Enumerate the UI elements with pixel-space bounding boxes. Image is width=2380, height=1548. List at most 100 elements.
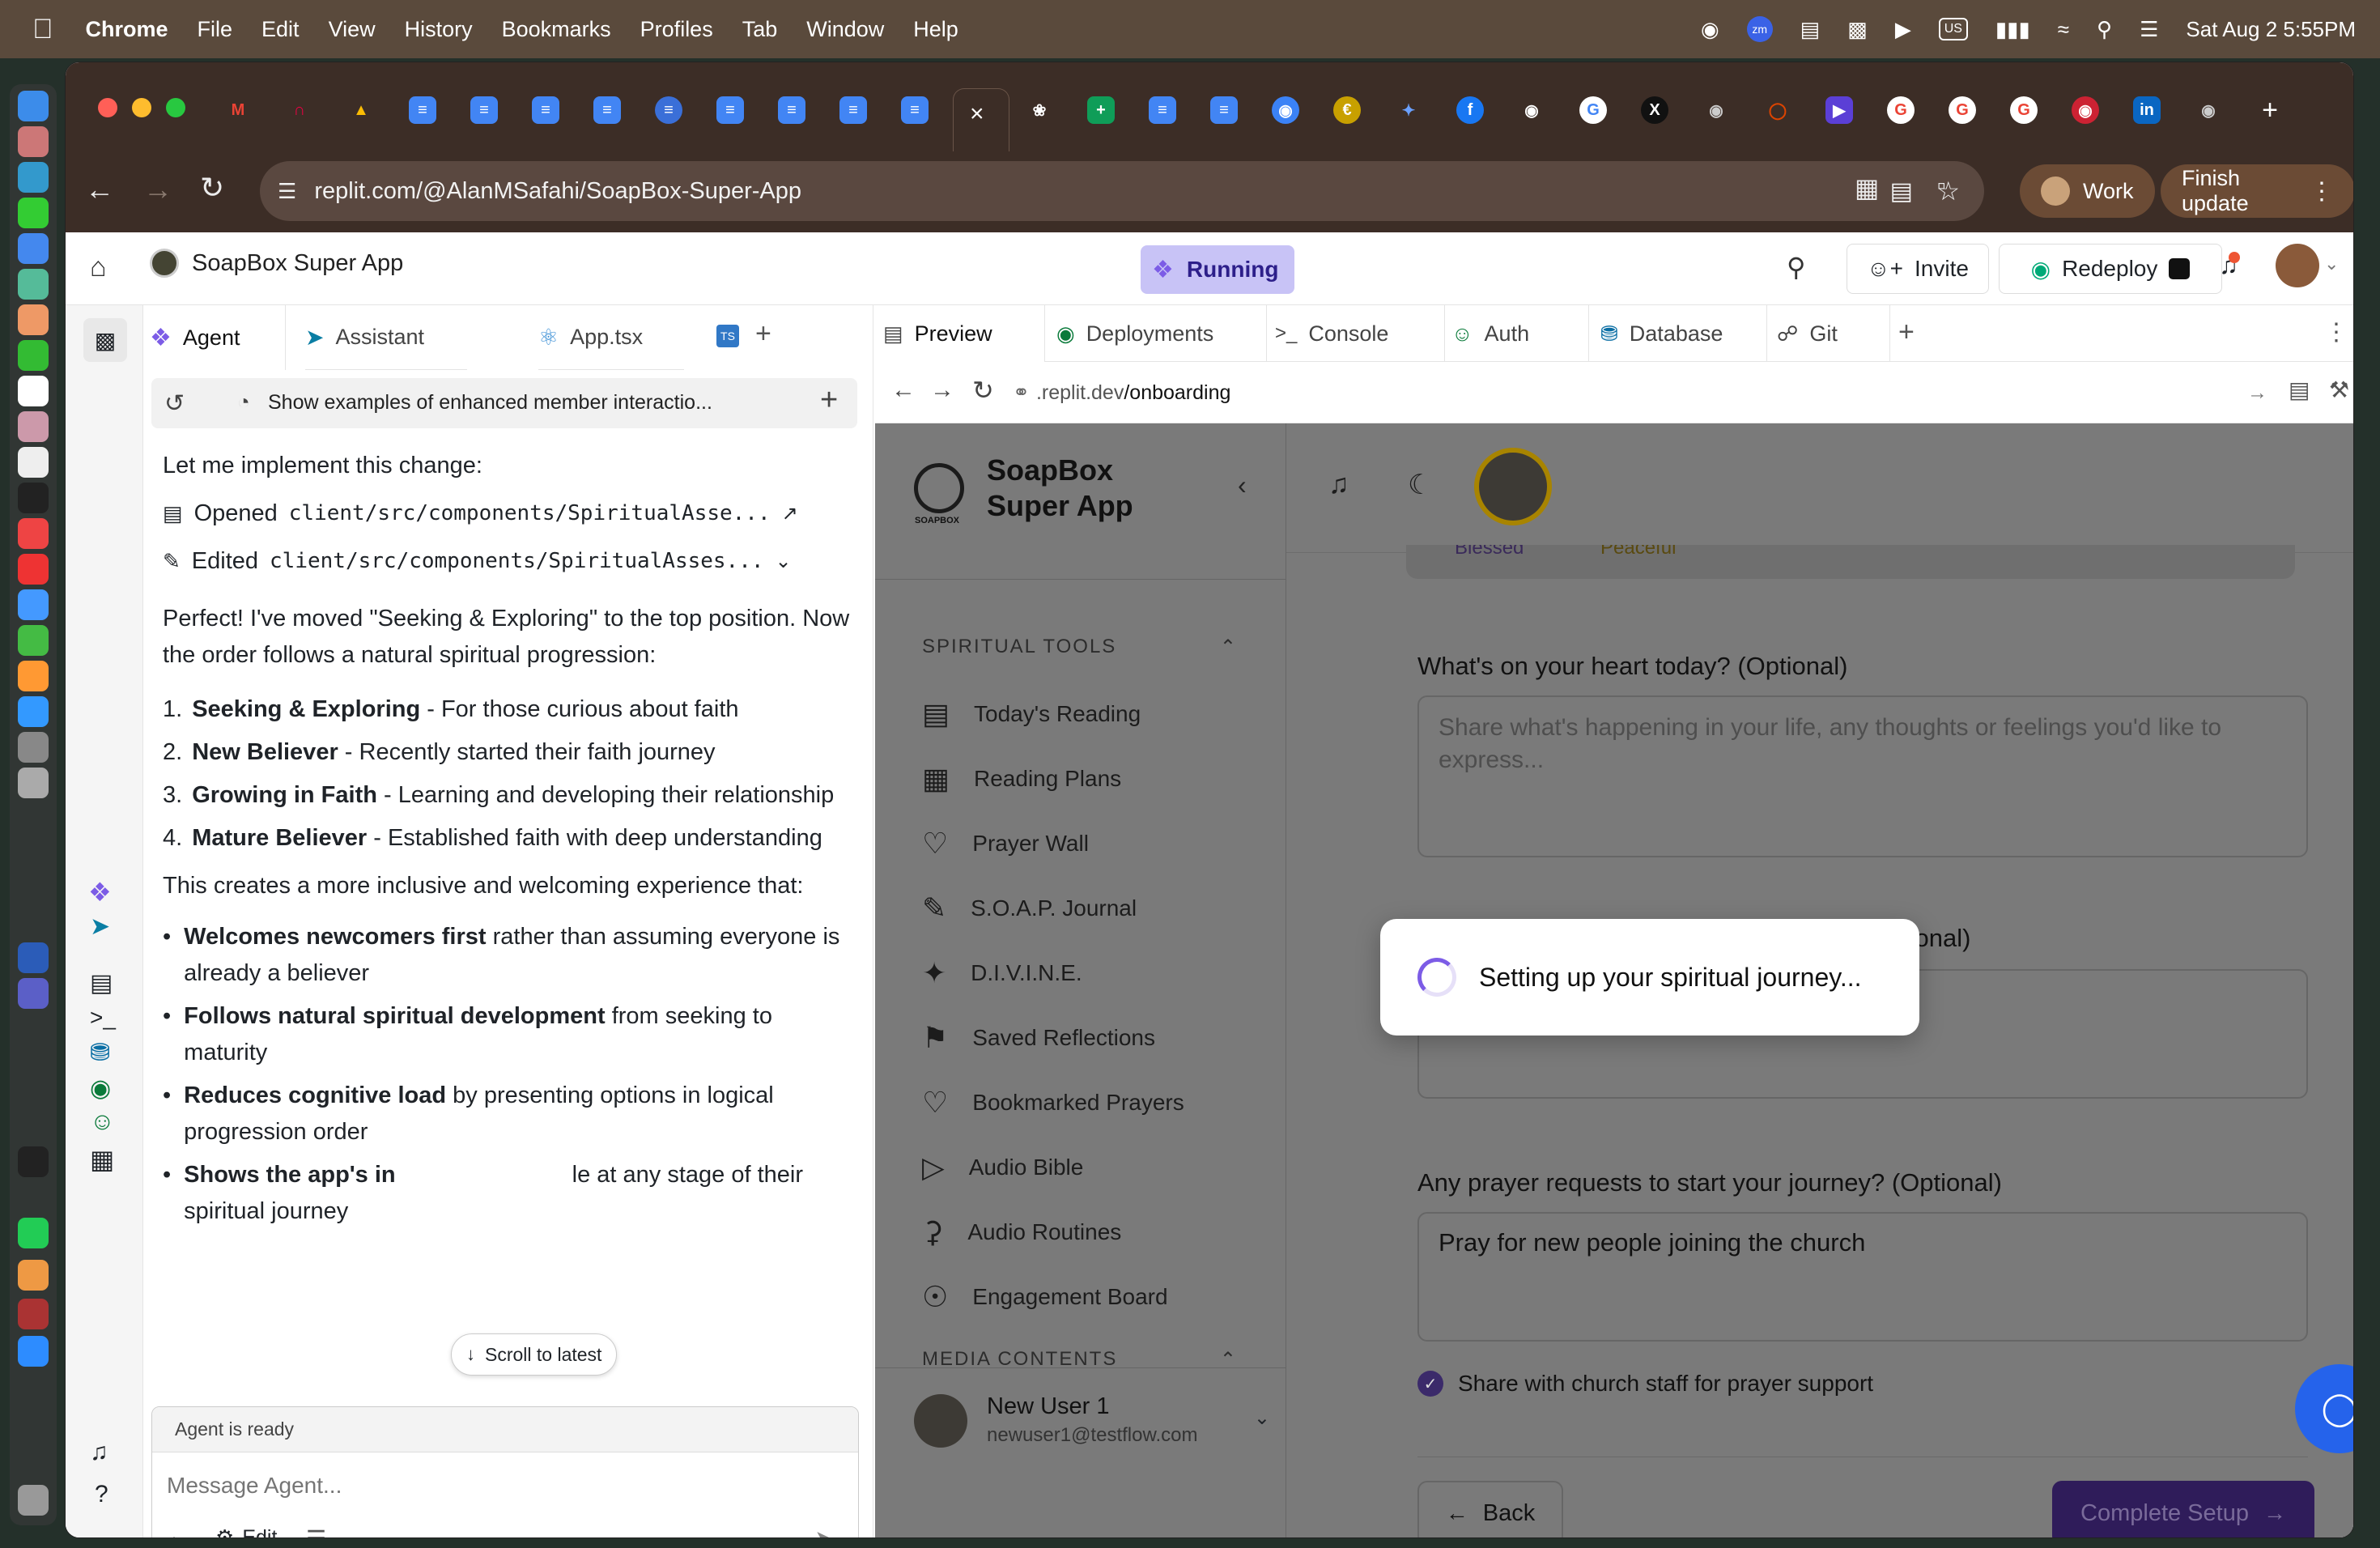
menu-history[interactable]: History: [405, 17, 473, 42]
gemini-tab-icon[interactable]: ✦: [1395, 96, 1422, 124]
assistant-icon[interactable]: ➤: [90, 912, 110, 941]
history-icon[interactable]: ↺: [164, 389, 185, 418]
tab-icon[interactable]: ◉: [2195, 96, 2222, 124]
sidebar-item-divine[interactable]: ✦ D.I.V.I.N.E.: [922, 956, 1082, 990]
github-tab-icon[interactable]: ◉: [1518, 96, 1545, 124]
devices-icon[interactable]: ▤: [2289, 376, 2310, 403]
sidebar-item-audio-bible[interactable]: ▷ Audio Bible: [922, 1150, 1083, 1184]
chevron-down-icon[interactable]: ⌄: [2324, 253, 2339, 274]
address-bar[interactable]: ☰ replit.com/@AlanMSafahi/SoapBox-Super-…: [260, 161, 1984, 221]
tab-assistant[interactable]: ➤ Assistant: [305, 305, 467, 370]
preview-url[interactable]: ⚭ .replit.dev /onboarding →: [1013, 375, 2276, 410]
tab-database[interactable]: ⛃ Database: [1589, 305, 1767, 362]
collapse-sidebar-icon[interactable]: ‹: [1238, 470, 1247, 500]
tab-agent[interactable]: ❖ Agent: [143, 305, 286, 370]
address-url[interactable]: replit.com/@AlanMSafahi/SoapBox-Super-Ap…: [314, 178, 801, 205]
launchpad-icon[interactable]: [18, 126, 49, 157]
menubar-app-name[interactable]: Chrome: [86, 17, 168, 42]
reload-icon[interactable]: ↻: [972, 375, 994, 406]
database-icon[interactable]: ⛃: [90, 1039, 110, 1067]
close-window-button[interactable]: [98, 98, 117, 117]
mood-chip-peaceful[interactable]: Peaceful: [1600, 545, 1676, 559]
docs-tab-icon[interactable]: ≡: [901, 96, 929, 124]
menu-help[interactable]: Help: [913, 17, 958, 42]
tab-git[interactable]: ☍ Git: [1777, 305, 1890, 362]
minimize-window-button[interactable]: [132, 98, 151, 117]
tab-app-tsx[interactable]: ⚛ App.tsx: [538, 305, 684, 370]
docs-tab-icon[interactable]: ≡: [655, 96, 682, 124]
teams-status-icon[interactable]: ▩: [1847, 17, 1868, 42]
calendar-app-icon[interactable]: [18, 376, 49, 406]
extensions-icon[interactable]: ▦: [1855, 172, 1879, 203]
menu-bookmarks[interactable]: Bookmarks: [502, 17, 611, 42]
reload-icon[interactable]: ↻: [200, 171, 224, 205]
menu-edit[interactable]: Edit: [261, 17, 300, 42]
sidebar-item-todays-reading[interactable]: ▤ Today's Reading: [922, 697, 1141, 731]
tab-icon[interactable]: €: [1333, 96, 1361, 124]
tab-deployments[interactable]: ◉ Deployments: [1056, 305, 1267, 362]
user-avatar[interactable]: [2276, 244, 2319, 287]
sidebar-item-reading-plans[interactable]: ▦ Reading Plans: [922, 762, 1121, 796]
tv-icon[interactable]: [18, 483, 49, 513]
open-external-icon[interactable]: ↗: [782, 495, 798, 532]
attach-paperclip-icon[interactable]: ℘: [168, 1527, 185, 1537]
complete-setup-button[interactable]: Complete Setup →: [2052, 1481, 2314, 1537]
control-center-icon[interactable]: ☰: [2140, 17, 2158, 42]
spotlight-search-icon[interactable]: ⚲: [2097, 17, 2112, 42]
music-icon[interactable]: [18, 518, 49, 549]
opened-file-row[interactable]: ▤ Opened client/src/components/Spiritual…: [163, 495, 859, 532]
alerts-icon[interactable]: ♫: [90, 1439, 108, 1466]
invite-button[interactable]: ☺+ Invite: [1847, 244, 1989, 294]
sidebar-item-prayer-wall[interactable]: ♡ Prayer Wall: [922, 827, 1089, 861]
chevron-down-icon[interactable]: ⌄: [776, 543, 792, 580]
search-icon[interactable]: ⚲: [1787, 252, 1805, 283]
docs-tab-icon[interactable]: ≡: [593, 96, 621, 124]
docs-tab-icon[interactable]: ≡: [409, 96, 436, 124]
tab-icon[interactable]: ◉: [1702, 96, 1730, 124]
sidebar-item-soap-journal[interactable]: ✎ S.O.A.P. Journal: [922, 891, 1137, 925]
more-vert-icon[interactable]: ⋮: [2324, 318, 2348, 347]
news-icon[interactable]: [18, 554, 49, 585]
back-arrow-icon[interactable]: ←: [85, 172, 114, 206]
tab-icon[interactable]: ∩: [286, 96, 313, 124]
heart-textarea[interactable]: Share what's happening in your life, any…: [1417, 695, 2308, 857]
play-status-icon[interactable]: ▶: [1895, 17, 1911, 42]
safari-icon[interactable]: [18, 162, 49, 193]
thread-header[interactable]: ↺ ◔ Show examples of enhanced member int…: [151, 378, 857, 428]
zoom-app-icon[interactable]: [18, 1336, 49, 1367]
run-status-button[interactable]: ❖ Running: [1141, 245, 1294, 294]
redeploy-button[interactable]: ◉ Redeploy: [1999, 244, 2222, 294]
system-settings-icon[interactable]: [18, 732, 49, 763]
preview-icon[interactable]: ▤: [90, 969, 113, 997]
docs-tab-icon[interactable]: ≡: [470, 96, 498, 124]
reminders-icon[interactable]: [18, 447, 49, 478]
edit-mode-button[interactable]: ⚙ Edit: [215, 1525, 277, 1537]
chatgpt-tab-icon[interactable]: ❀: [1026, 96, 1053, 124]
drive-tab-icon[interactable]: ▲: [347, 96, 375, 124]
active-tab[interactable]: ×: [953, 88, 1009, 151]
forward-arrow-icon[interactable]: →: [930, 376, 954, 404]
zoom-icon[interactable]: zm: [1746, 16, 1773, 42]
back-button[interactable]: ← Back: [1417, 1481, 1563, 1537]
sidebar-item-engagement-board[interactable]: ☉ Engagement Board: [922, 1280, 1168, 1314]
user-profile-menu[interactable]: New User 1 newuser1@testflow.com ⌄: [914, 1392, 1270, 1450]
notes-icon[interactable]: [18, 411, 49, 442]
install-app-icon[interactable]: ▤: [1890, 177, 1913, 206]
google-tab-icon[interactable]: G: [2010, 96, 2038, 124]
scroll-to-latest-button[interactable]: ↓ Scroll to latest: [451, 1333, 618, 1376]
tab-icon[interactable]: ◉: [2072, 96, 2099, 124]
sheets-tab-icon[interactable]: +: [1087, 96, 1115, 124]
tab-icon[interactable]: ◉: [1272, 96, 1299, 124]
google-tab-icon[interactable]: G: [1949, 96, 1976, 124]
docs-tab-icon[interactable]: ≡: [839, 96, 867, 124]
wifi-icon[interactable]: ≈: [2058, 17, 2069, 42]
sidebar-item-audio-routines[interactable]: ⚳ Audio Routines: [922, 1215, 1121, 1249]
agent-icon[interactable]: ❖: [88, 877, 112, 908]
tab-console[interactable]: >_ Console: [1275, 305, 1445, 362]
facetime-icon[interactable]: [18, 340, 49, 371]
google-tab-icon[interactable]: G: [1579, 96, 1607, 124]
app-store-icon[interactable]: [18, 696, 49, 727]
menubar-clock[interactable]: Sat Aug 2 5:55PM: [2186, 17, 2356, 42]
word-icon[interactable]: [18, 942, 49, 973]
google-tab-icon[interactable]: G: [1887, 96, 1915, 124]
